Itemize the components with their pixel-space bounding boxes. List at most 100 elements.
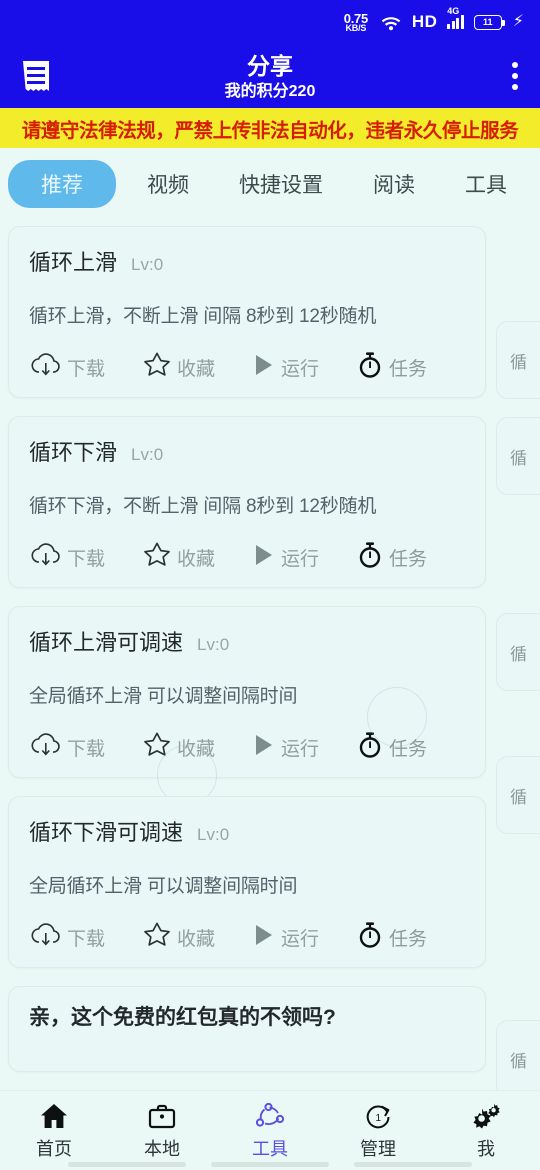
script-list-inner: 循环上滑 Lv:0 循环上滑，不断上滑 间隔 8秒到 12秒随机 下载 收藏 运…	[0, 220, 540, 1072]
task-button[interactable]: 任务	[355, 920, 427, 955]
star-outline-icon	[141, 540, 173, 575]
category-tabs: 推荐 视频 快捷设置 阅读 工具	[0, 148, 540, 220]
briefcase-icon	[147, 1101, 177, 1131]
run-button[interactable]: 运行	[251, 540, 319, 575]
status-bar: 0.75 KB/S HD 4G 11 ⚡	[0, 0, 540, 44]
svg-text:1: 1	[376, 1113, 382, 1124]
script-level: Lv:0	[131, 445, 164, 464]
play-triangle-icon	[251, 730, 277, 765]
download-button[interactable]: 下载	[29, 350, 105, 385]
app-root: 0.75 KB/S HD 4G 11 ⚡ 分享 我的积分220 请遵守法律法规，…	[0, 0, 540, 1170]
download-button[interactable]: 下载	[29, 730, 105, 765]
signal-bars-icon: 4G	[447, 6, 464, 29]
task-button[interactable]: 任务	[355, 540, 427, 575]
script-title: 循环下滑	[29, 440, 118, 465]
task-button[interactable]: 任务	[355, 350, 427, 385]
script-description: 全局循环上滑 可以调整间隔时间	[29, 686, 298, 707]
peek-card-label: 循	[510, 1051, 527, 1071]
play-triangle-icon	[251, 920, 277, 955]
run-label: 运行	[281, 359, 320, 380]
download-label: 下载	[67, 929, 106, 950]
download-button[interactable]: 下载	[29, 920, 105, 955]
script-title: 循环上滑	[29, 250, 118, 275]
network-speed-unit: KB/S	[345, 22, 367, 33]
peek-card-label: 循	[510, 787, 527, 807]
nav-item-manage[interactable]: 1 管理	[324, 1101, 432, 1161]
page-title: 分享	[247, 53, 293, 80]
cloud-download-icon	[29, 350, 63, 385]
script-level: Lv:0	[197, 825, 230, 844]
peek-card[interactable]: 循	[496, 417, 540, 495]
gesture-segment	[354, 1162, 472, 1167]
app-bar-titles: 分享 我的积分220	[0, 51, 540, 101]
run-button[interactable]: 运行	[251, 350, 319, 385]
script-title: 循环上滑可调速	[29, 630, 184, 655]
stopwatch-icon	[355, 730, 385, 765]
script-actions: 下载 收藏 运行 任务	[29, 920, 465, 955]
favorite-button[interactable]: 收藏	[141, 730, 215, 765]
receipt-list-icon	[20, 59, 52, 93]
script-card[interactable]: 循环上滑可调速 Lv:0 全局循环上滑 可以调整间隔时间 下载 收藏 运行 任务	[8, 606, 486, 805]
script-card[interactable]: 循环上滑 Lv:0 循环上滑，不断上滑 间隔 8秒到 12秒随机 下载 收藏 运…	[8, 226, 486, 398]
star-outline-icon	[141, 730, 173, 765]
run-label: 运行	[281, 929, 320, 950]
nav-label-home: 首页	[36, 1138, 72, 1159]
tab-reading[interactable]: 阅读	[348, 160, 440, 208]
run-label: 运行	[281, 739, 320, 760]
script-card[interactable]: 循环下滑 Lv:0 循环下滑，不断上滑 间隔 8秒到 12秒随机 下载 收藏 运…	[8, 416, 486, 588]
menu-button[interactable]	[20, 59, 52, 93]
nav-item-me[interactable]: 我	[432, 1101, 540, 1161]
nav-item-local[interactable]: 本地	[108, 1101, 216, 1161]
script-title: 循环下滑可调速	[29, 820, 184, 845]
tab-video[interactable]: 视频	[122, 160, 214, 208]
tab-recommend[interactable]: 推荐	[8, 160, 116, 208]
favorite-button[interactable]: 收藏	[141, 540, 215, 575]
tab-tools[interactable]: 工具	[440, 160, 532, 208]
nav-item-home[interactable]: 首页	[0, 1101, 108, 1161]
promo-card-header: 亲，这个免费的红包真的不领吗?	[29, 1001, 465, 1031]
cloud-download-icon	[29, 920, 63, 955]
script-list[interactable]: 循环上滑 Lv:0 循环上滑，不断上滑 间隔 8秒到 12秒随机 下载 收藏 运…	[0, 220, 540, 1090]
nav-item-tools[interactable]: 工具	[216, 1101, 324, 1161]
share-nodes-icon	[254, 1101, 286, 1131]
points-subtitle: 我的积分220	[224, 82, 316, 100]
favorite-button[interactable]: 收藏	[141, 920, 215, 955]
network-speed-indicator: 0.75 KB/S	[344, 12, 368, 33]
cloud-download-icon	[29, 730, 63, 765]
charging-bolt-icon: ⚡	[512, 13, 524, 30]
network-type-label: 4G	[447, 6, 460, 16]
favorite-button[interactable]: 收藏	[141, 350, 215, 385]
favorite-label: 收藏	[177, 549, 216, 570]
run-button[interactable]: 运行	[251, 920, 319, 955]
overflow-menu-button[interactable]	[512, 62, 518, 90]
download-button[interactable]: 下载	[29, 540, 105, 575]
peek-card[interactable]: 循	[496, 321, 540, 399]
nav-label-me: 我	[477, 1138, 495, 1159]
run-button[interactable]: 运行	[251, 730, 319, 765]
battery-indicator: 11	[473, 14, 505, 30]
legal-notice-banner: 请遵守法律法规，严禁上传非法自动化，违者永久停止服务	[0, 108, 540, 148]
play-triangle-icon	[251, 540, 277, 575]
peek-card-label: 循	[510, 352, 527, 372]
hd-label: HD	[411, 12, 438, 31]
more-vertical-icon	[512, 84, 518, 90]
tab-quick-settings[interactable]: 快捷设置	[214, 160, 348, 208]
peek-card-label: 循	[510, 448, 527, 468]
peek-card[interactable]: 循	[496, 756, 540, 834]
home-icon	[39, 1101, 69, 1131]
script-card[interactable]: 循环下滑可调速 Lv:0 全局循环上滑 可以调整间隔时间 下载 收藏 运行 任务	[8, 796, 486, 968]
peek-card[interactable]: 循	[496, 1020, 540, 1090]
download-label: 下载	[67, 549, 106, 570]
script-card-header: 循环下滑可调速 Lv:0	[29, 815, 465, 847]
run-label: 运行	[281, 549, 320, 570]
download-label: 下载	[67, 739, 106, 760]
script-level: Lv:0	[131, 255, 164, 274]
script-actions: 下载 收藏 运行 任务	[29, 540, 465, 575]
gears-icon	[470, 1101, 502, 1131]
gesture-segment	[211, 1162, 329, 1167]
wifi-icon	[380, 14, 402, 31]
task-button[interactable]: 任务	[355, 730, 427, 765]
peek-card[interactable]: 循	[496, 613, 540, 691]
promo-card[interactable]: 亲，这个免费的红包真的不领吗?	[8, 986, 486, 1072]
nav-label-tools: 工具	[252, 1138, 288, 1159]
